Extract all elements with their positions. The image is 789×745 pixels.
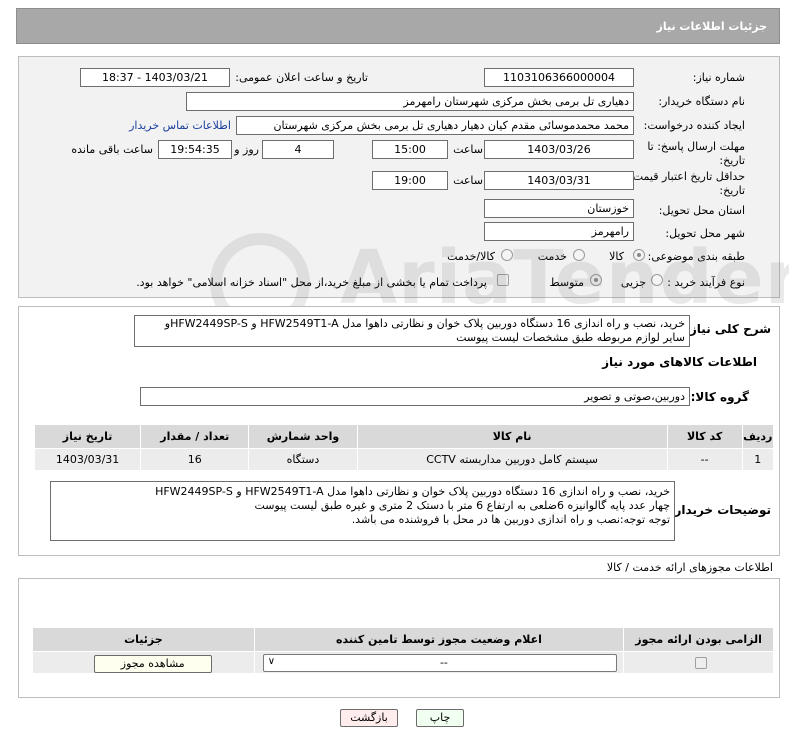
goods-table: ردیف کد کالا نام کالا واحد شمارش تعداد /… <box>33 424 775 471</box>
view-permit-button[interactable]: مشاهده مجوز <box>93 655 212 673</box>
row-unit: دستگاه <box>248 448 358 471</box>
buyer-notes-line-2: چهار عدد پایه گالوانیزه 6ضلعی به ارتفاع … <box>254 499 670 512</box>
days-field: 4 <box>262 140 334 159</box>
goods-table-header: ردیف کد کالا نام کالا واحد شمارش تعداد /… <box>33 424 775 449</box>
goods-col-code: کد کالا <box>666 424 743 449</box>
permit-status-cell: -- ∨ <box>253 651 625 674</box>
goods-section-title: اطلاعات کالاهای مورد نیاز <box>602 355 757 369</box>
purchase-option-medium: متوسط <box>549 276 584 289</box>
deadline-label: مهلت ارسال پاسخ: تا <box>647 140 745 153</box>
buyer-notes-line-3: توجه توجه:نصب و راه اندازی دوربین ها در … <box>351 513 670 526</box>
validity-time-field: 19:00 <box>372 171 448 190</box>
deadline-time-field: 15:00 <box>372 140 448 159</box>
validity-time-label: ساعت <box>453 174 483 187</box>
permit-details-cell: مشاهده مجوز <box>32 651 255 674</box>
announce-field: 1403/03/21 - 18:37 <box>80 68 230 87</box>
page-header: جزئیات اطلاعات نیاز <box>16 8 780 44</box>
table-row: -- ∨ مشاهده مجوز <box>32 651 774 674</box>
permit-required-checkbox <box>695 657 707 669</box>
permits-table: الزامی بودن ارائه مجوز اعلام وضعیت مجوز … <box>32 627 774 674</box>
row-name: سیستم کامل دوربین مداربسته CCTV <box>356 448 668 471</box>
description-label: شرح کلی نیاز: <box>685 322 771 336</box>
category-radio-service[interactable] <box>573 249 585 261</box>
city-field: رامهرمز <box>484 222 634 241</box>
print-button[interactable]: چاپ <box>416 709 464 727</box>
requester-label: ایجاد کننده درخواست: <box>643 119 745 132</box>
table-row: 1 -- سیستم کامل دوربین مداربسته CCTV دست… <box>33 448 775 471</box>
row-number: 1 <box>741 448 775 471</box>
validity-date-field: 1403/03/31 <box>484 171 634 190</box>
treasury-note: پرداخت تمام یا بخشی از مبلغ خرید،از محل … <box>136 276 487 289</box>
buyer-org-label: نام دستگاه خریدار: <box>658 95 745 108</box>
category-radio-goods[interactable] <box>633 249 645 261</box>
permits-table-header: الزامی بودن ارائه مجوز اعلام وضعیت مجوز … <box>32 627 774 652</box>
permits-section-title: اطلاعات مجوزهای ارائه خدمت / کالا <box>606 561 773 574</box>
purchase-radio-minor[interactable] <box>651 274 663 286</box>
requester-field: محمد محمدموسائی مقدم کیان دهیار دهیاری ت… <box>236 116 634 135</box>
validity-label-2: تاریخ: <box>719 184 745 197</box>
deadline-time-label: ساعت <box>453 143 483 156</box>
goods-group-label: گروه کالا: <box>690 390 749 404</box>
goods-group-field: دوربین،صوتی و تصویر <box>140 387 690 406</box>
permits-col-details: جزئیات <box>32 627 255 652</box>
permits-col-status: اعلام وضعیت مجوز توسط تامین کننده <box>253 627 625 652</box>
announce-label: تاریخ و ساعت اعلان عمومی: <box>235 71 368 84</box>
remaining-label: ساعت باقی مانده <box>71 143 153 156</box>
purchase-radio-medium[interactable] <box>590 274 602 286</box>
row-date: 1403/03/31 <box>33 448 142 471</box>
need-number-label: شماره نیاز: <box>692 71 745 84</box>
description-line-2: سایر لوازم مربوطه طبق مشخصات لیست پیوست <box>456 331 685 344</box>
permits-col-required: الزامی بودن ارائه مجوز <box>623 627 774 652</box>
permit-required-cell <box>623 651 774 674</box>
row-qty: 16 <box>140 448 250 471</box>
buyer-notes-line-1: خرید، نصب و راه اندازی 16 دستگاه دوربین … <box>155 485 670 498</box>
validity-label: حداقل تاریخ اعتبار قیمت: تا <box>619 170 745 183</box>
goods-col-unit: واحد شمارش <box>248 424 358 449</box>
buyer-org-field: دهیاری تل برمی بخش مرکزی شهرستان رامهرمز <box>186 92 634 111</box>
goods-col-qty: تعداد / مقدار <box>140 424 250 449</box>
treasury-checkbox[interactable] <box>497 274 509 286</box>
goods-col-date: تاریخ نیاز <box>33 424 142 449</box>
category-option-goods: کالا <box>609 250 624 263</box>
remaining-time-field: 19:54:35 <box>158 140 232 159</box>
category-label: طبقه بندی موضوعی: <box>647 250 745 263</box>
province-field: خوزستان <box>484 199 634 218</box>
description-line-1: خرید، نصب و راه اندازی 16 دستگاه دوربین … <box>164 317 685 330</box>
purchase-type-label: نوع فرآیند خرید : <box>667 276 745 289</box>
back-button[interactable]: بازگشت <box>340 709 398 727</box>
province-label: استان محل تحویل: <box>658 204 745 217</box>
permit-status-select[interactable]: -- ∨ <box>262 654 618 672</box>
permit-status-value: -- <box>439 656 448 669</box>
deadline-label-2: تاریخ: <box>719 154 745 167</box>
row-code: -- <box>666 448 743 471</box>
buyer-notes-field: خرید، نصب و راه اندازی 16 دستگاه دوربین … <box>50 481 675 541</box>
city-label: شهر محل تحویل: <box>665 227 745 240</box>
buyer-contact-link[interactable]: اطلاعات تماس خریدار <box>129 119 231 132</box>
deadline-date-field: 1403/03/26 <box>484 140 634 159</box>
goods-col-row: ردیف <box>741 424 775 449</box>
category-option-goods-service: کالا/خدمت <box>447 250 495 263</box>
description-field: خرید، نصب و راه اندازی 16 دستگاه دوربین … <box>134 315 690 347</box>
buyer-notes-label: توضیحات خریدار: <box>669 503 771 517</box>
page-title: جزئیات اطلاعات نیاز <box>656 20 768 33</box>
days-label: روز و <box>234 143 259 156</box>
category-option-service: خدمت <box>537 250 567 263</box>
purchase-option-minor: جزیی <box>620 276 646 289</box>
chevron-down-icon: ∨ <box>267 656 276 667</box>
category-radio-goods-service[interactable] <box>501 249 513 261</box>
need-number-field: 1103106366000004 <box>484 68 634 87</box>
goods-col-name: نام کالا <box>356 424 668 449</box>
